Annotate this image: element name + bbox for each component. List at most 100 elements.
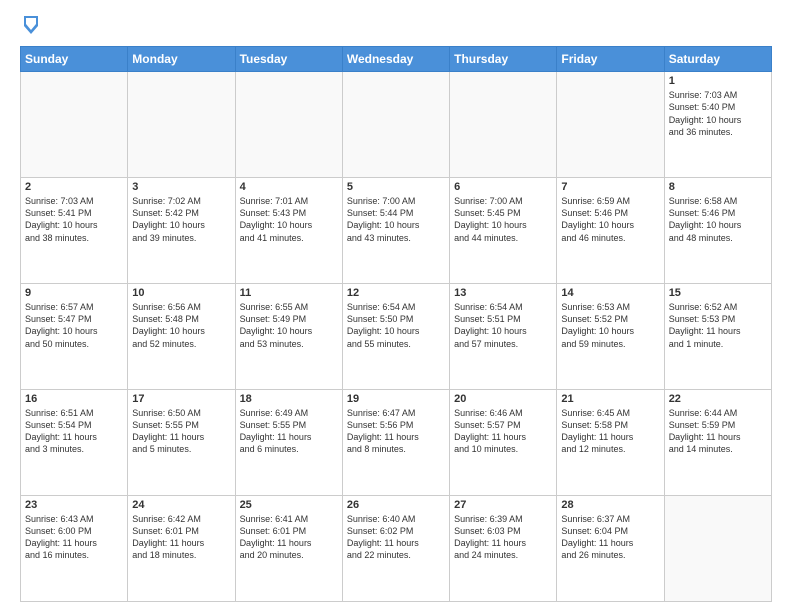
weekday-wednesday: Wednesday — [342, 47, 449, 72]
day-info: Sunrise: 6:39 AM Sunset: 6:03 PM Dayligh… — [454, 513, 552, 562]
day-number: 24 — [132, 499, 230, 511]
day-info: Sunrise: 7:01 AM Sunset: 5:43 PM Dayligh… — [240, 195, 338, 244]
day-info: Sunrise: 6:40 AM Sunset: 6:02 PM Dayligh… — [347, 513, 445, 562]
logo-text — [20, 16, 40, 36]
day-info: Sunrise: 6:54 AM Sunset: 5:50 PM Dayligh… — [347, 301, 445, 350]
day-number: 10 — [132, 287, 230, 299]
day-info: Sunrise: 7:00 AM Sunset: 5:44 PM Dayligh… — [347, 195, 445, 244]
calendar-cell — [21, 72, 128, 178]
calendar-cell — [235, 72, 342, 178]
weekday-saturday: Saturday — [664, 47, 771, 72]
calendar-cell — [664, 496, 771, 602]
calendar-cell — [450, 72, 557, 178]
calendar-cell: 18 Sunrise: 6:49 AM Sunset: 5:55 PM Dayli… — [235, 390, 342, 496]
day-info: Sunrise: 6:56 AM Sunset: 5:48 PM Dayligh… — [132, 301, 230, 350]
weekday-friday: Friday — [557, 47, 664, 72]
day-number: 20 — [454, 393, 552, 405]
day-info: Sunrise: 6:58 AM Sunset: 5:46 PM Dayligh… — [669, 195, 767, 244]
calendar-cell: 14Sunrise: 6:53 AM Sunset: 5:52 PM Dayli… — [557, 284, 664, 390]
day-info: Sunrise: 6:43 AM Sunset: 6:00 PM Dayligh… — [25, 513, 123, 562]
calendar-cell: 3 Sunrise: 7:02 AM Sunset: 5:42 PM Daylig… — [128, 178, 235, 284]
day-info: Sunrise: 7:03 AM Sunset: 5:40 PM Dayligh… — [669, 89, 767, 138]
day-number: 23 — [25, 499, 123, 511]
weekday-tuesday: Tuesday — [235, 47, 342, 72]
calendar-cell: 17Sunrise: 6:50 AM Sunset: 5:55 PM Dayli… — [128, 390, 235, 496]
calendar-cell: 5 Sunrise: 7:00 AM Sunset: 5:44 PM Daylig… — [342, 178, 449, 284]
day-info: Sunrise: 6:45 AM Sunset: 5:58 PM Dayligh… — [561, 407, 659, 456]
calendar-cell: 22 Sunrise: 6:44 AM Sunset: 5:59 PM Dayli… — [664, 390, 771, 496]
day-number: 21 — [561, 393, 659, 405]
calendar-cell: 28 Sunrise: 6:37 AM Sunset: 6:04 PM Dayli… — [557, 496, 664, 602]
calendar-cell: 19 Sunrise: 6:47 AM Sunset: 5:56 PM Dayli… — [342, 390, 449, 496]
calendar-header: SundayMondayTuesdayWednesdayThursdayFrid… — [21, 47, 772, 72]
day-number: 15 — [669, 287, 767, 299]
day-info: Sunrise: 6:51 AM Sunset: 5:54 PM Dayligh… — [25, 407, 123, 456]
day-number: 5 — [347, 181, 445, 193]
day-number: 19 — [347, 393, 445, 405]
day-info: Sunrise: 6:53 AM Sunset: 5:52 PM Dayligh… — [561, 301, 659, 350]
weekday-thursday: Thursday — [450, 47, 557, 72]
calendar-cell: 1 Sunrise: 7:03 AM Sunset: 5:40 PM Daylig… — [664, 72, 771, 178]
day-number: 11 — [240, 287, 338, 299]
calendar-cell: 21 Sunrise: 6:45 AM Sunset: 5:58 PM Dayli… — [557, 390, 664, 496]
day-info: Sunrise: 6:41 AM Sunset: 6:01 PM Dayligh… — [240, 513, 338, 562]
day-number: 16 — [25, 393, 123, 405]
calendar-cell: 2 Sunrise: 7:03 AM Sunset: 5:41 PM Daylig… — [21, 178, 128, 284]
day-info: Sunrise: 6:54 AM Sunset: 5:51 PM Dayligh… — [454, 301, 552, 350]
calendar-cell: 6 Sunrise: 7:00 AM Sunset: 5:45 PM Daylig… — [450, 178, 557, 284]
calendar-cell: 12 Sunrise: 6:54 AM Sunset: 5:50 PM Dayli… — [342, 284, 449, 390]
weekday-row: SundayMondayTuesdayWednesdayThursdayFrid… — [21, 47, 772, 72]
calendar-week-1: 2 Sunrise: 7:03 AM Sunset: 5:41 PM Daylig… — [21, 178, 772, 284]
logo — [20, 16, 40, 36]
calendar-week-2: 9Sunrise: 6:57 AM Sunset: 5:47 PM Daylig… — [21, 284, 772, 390]
day-number: 25 — [240, 499, 338, 511]
calendar-week-0: 1 Sunrise: 7:03 AM Sunset: 5:40 PM Daylig… — [21, 72, 772, 178]
day-number: 27 — [454, 499, 552, 511]
day-number: 1 — [669, 75, 767, 87]
day-info: Sunrise: 6:44 AM Sunset: 5:59 PM Dayligh… — [669, 407, 767, 456]
day-number: 22 — [669, 393, 767, 405]
calendar-cell — [128, 72, 235, 178]
day-info: Sunrise: 7:02 AM Sunset: 5:42 PM Dayligh… — [132, 195, 230, 244]
calendar-week-3: 16 Sunrise: 6:51 AM Sunset: 5:54 PM Dayli… — [21, 390, 772, 496]
calendar-body: 1 Sunrise: 7:03 AM Sunset: 5:40 PM Daylig… — [21, 72, 772, 602]
calendar-cell: 4 Sunrise: 7:01 AM Sunset: 5:43 PM Daylig… — [235, 178, 342, 284]
day-number: 7 — [561, 181, 659, 193]
calendar-cell: 26 Sunrise: 6:40 AM Sunset: 6:02 PM Dayli… — [342, 496, 449, 602]
calendar-cell — [557, 72, 664, 178]
day-info: Sunrise: 7:03 AM Sunset: 5:41 PM Dayligh… — [25, 195, 123, 244]
day-number: 2 — [25, 181, 123, 193]
calendar-cell: 27 Sunrise: 6:39 AM Sunset: 6:03 PM Dayli… — [450, 496, 557, 602]
day-number: 4 — [240, 181, 338, 193]
day-info: Sunrise: 7:00 AM Sunset: 5:45 PM Dayligh… — [454, 195, 552, 244]
header — [20, 16, 772, 36]
calendar-cell: 8 Sunrise: 6:58 AM Sunset: 5:46 PM Daylig… — [664, 178, 771, 284]
logo-icon — [22, 14, 40, 36]
calendar-cell: 7 Sunrise: 6:59 AM Sunset: 5:46 PM Daylig… — [557, 178, 664, 284]
day-info: Sunrise: 6:55 AM Sunset: 5:49 PM Dayligh… — [240, 301, 338, 350]
weekday-monday: Monday — [128, 47, 235, 72]
calendar-cell: 23 Sunrise: 6:43 AM Sunset: 6:00 PM Dayli… — [21, 496, 128, 602]
day-info: Sunrise: 6:42 AM Sunset: 6:01 PM Dayligh… — [132, 513, 230, 562]
day-info: Sunrise: 6:37 AM Sunset: 6:04 PM Dayligh… — [561, 513, 659, 562]
day-info: Sunrise: 6:59 AM Sunset: 5:46 PM Dayligh… — [561, 195, 659, 244]
calendar-cell: 10 Sunrise: 6:56 AM Sunset: 5:48 PM Dayli… — [128, 284, 235, 390]
day-number: 18 — [240, 393, 338, 405]
day-info: Sunrise: 6:46 AM Sunset: 5:57 PM Dayligh… — [454, 407, 552, 456]
calendar-cell: 13Sunrise: 6:54 AM Sunset: 5:51 PM Dayli… — [450, 284, 557, 390]
calendar-cell — [342, 72, 449, 178]
day-number: 26 — [347, 499, 445, 511]
calendar-week-4: 23 Sunrise: 6:43 AM Sunset: 6:00 PM Dayli… — [21, 496, 772, 602]
calendar-cell: 24 Sunrise: 6:42 AM Sunset: 6:01 PM Dayli… — [128, 496, 235, 602]
day-info: Sunrise: 6:49 AM Sunset: 5:55 PM Dayligh… — [240, 407, 338, 456]
day-number: 12 — [347, 287, 445, 299]
calendar: SundayMondayTuesdayWednesdayThursdayFrid… — [20, 46, 772, 602]
day-number: 6 — [454, 181, 552, 193]
day-number: 28 — [561, 499, 659, 511]
day-number: 3 — [132, 181, 230, 193]
calendar-cell: 16 Sunrise: 6:51 AM Sunset: 5:54 PM Dayli… — [21, 390, 128, 496]
day-number: 8 — [669, 181, 767, 193]
calendar-cell: 11 Sunrise: 6:55 AM Sunset: 5:49 PM Dayli… — [235, 284, 342, 390]
day-info: Sunrise: 6:57 AM Sunset: 5:47 PM Dayligh… — [25, 301, 123, 350]
day-info: Sunrise: 6:47 AM Sunset: 5:56 PM Dayligh… — [347, 407, 445, 456]
